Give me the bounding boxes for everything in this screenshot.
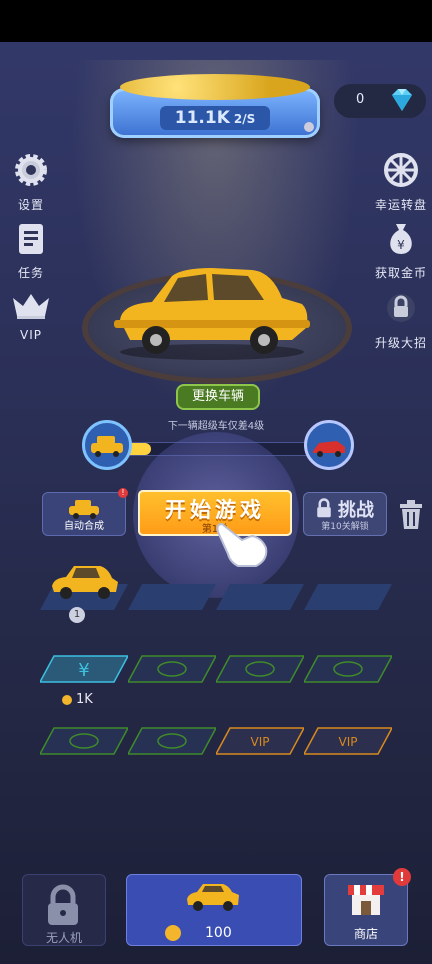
auto-merge-label: 自动合成: [64, 521, 104, 532]
settings-label: 设置: [17, 198, 44, 212]
current-car-avatar: [82, 420, 132, 470]
slot-price-value: 1K: [76, 692, 93, 707]
upgrade-skill-label: 升级大招: [374, 336, 427, 350]
parking-slot-10[interactable]: [128, 726, 216, 756]
upgrade-skill-button[interactable]: 升级大招: [366, 290, 432, 351]
gear-icon: [15, 154, 47, 186]
get-coins-label: 获取金币: [374, 266, 427, 280]
parking-slot-5[interactable]: ¥: [40, 654, 128, 684]
income-unit: 2/S: [233, 112, 256, 126]
tasks-button[interactable]: 任务: [0, 220, 66, 281]
gem-counter[interactable]: 0: [334, 84, 426, 118]
auto-merge-button[interactable]: 自动合成: [42, 492, 126, 536]
parking-slot-9[interactable]: [40, 726, 128, 756]
drone-locked-button[interactable]: 无人机: [22, 874, 106, 946]
locked-skill-icon: [387, 294, 415, 322]
svg-text:¥: ¥: [397, 238, 405, 252]
svg-text:¥: ¥: [78, 660, 89, 681]
buy-car-price: 100: [205, 925, 232, 941]
coin-icon: [165, 925, 181, 941]
lucky-wheel-button[interactable]: 幸运转盘: [366, 152, 432, 213]
gem-count: 0: [356, 92, 365, 107]
shop-alert-badge: !: [393, 868, 411, 886]
slot-unlock-price: 1K: [62, 692, 93, 707]
red-supercar-icon: [313, 441, 345, 457]
current-car-icon: [91, 436, 123, 457]
vip-button[interactable]: VIP: [0, 290, 66, 342]
status-bar: [0, 0, 432, 42]
diamond-icon: [392, 89, 412, 111]
pointing-hand-icon: [216, 522, 268, 567]
parking-slot-4[interactable]: [304, 582, 392, 612]
coin-income-bowl[interactable]: 11.1K 2/S: [110, 74, 320, 138]
shop-button[interactable]: 商店: [324, 874, 408, 946]
shop-label: 商店: [353, 927, 378, 941]
info-icon[interactable]: [304, 122, 314, 132]
swap-vehicle-button[interactable]: 更换车辆: [176, 384, 260, 410]
svg-text:VIP: VIP: [251, 735, 270, 749]
garage-taxi-car[interactable]: [48, 558, 120, 602]
coin-icon: [62, 694, 72, 705]
task-list-icon: [19, 224, 43, 254]
challenge-button[interactable]: 挑战 第10关解锁: [303, 492, 387, 536]
trash-icon[interactable]: [398, 500, 424, 530]
buy-taxi-icon: [187, 884, 239, 911]
game-screen: 11.1K 2/S 0 设置 任务 VIP 幸运转盘 ¥ 获取金币 升级大招 更…: [0, 0, 432, 964]
parking-slot-8[interactable]: [304, 654, 392, 684]
parking-slot-6[interactable]: [128, 654, 216, 684]
vip-slot-1[interactable]: VIP: [216, 726, 304, 756]
taxi-car-image[interactable]: [112, 262, 312, 362]
padlock-icon: [48, 884, 78, 925]
drone-label: 无人机: [45, 931, 82, 945]
svg-text:VIP: VIP: [339, 735, 358, 749]
tasks-label: 任务: [17, 266, 44, 280]
settings-button[interactable]: 设置: [0, 152, 66, 213]
lock-icon: [317, 498, 331, 518]
challenge-unlock-hint: 第10关解锁: [321, 522, 369, 532]
vip-label: VIP: [20, 328, 42, 342]
gold-coins-pile: [120, 74, 310, 100]
get-coins-button[interactable]: ¥ 获取金币: [366, 220, 432, 281]
crown-icon: [13, 294, 49, 319]
money-bag-icon: ¥: [390, 224, 412, 254]
next-supercar-avatar: [304, 420, 354, 470]
parking-slot-7[interactable]: [216, 654, 304, 684]
vip-slot-2[interactable]: VIP: [304, 726, 392, 756]
lucky-wheel-label: 幸运转盘: [374, 198, 427, 212]
income-value: 11.1K: [174, 108, 230, 128]
parking-slot-3[interactable]: [216, 582, 304, 612]
shop-icon: [348, 885, 384, 915]
lucky-wheel-icon: [384, 153, 418, 187]
income-rate: 11.1K 2/S: [160, 106, 270, 130]
buy-car-button[interactable]: 100: [126, 874, 302, 946]
car-level-badge: 1: [69, 607, 85, 623]
auto-merge-alert-badge: !: [118, 488, 128, 498]
parking-slot-2[interactable]: [128, 582, 216, 612]
